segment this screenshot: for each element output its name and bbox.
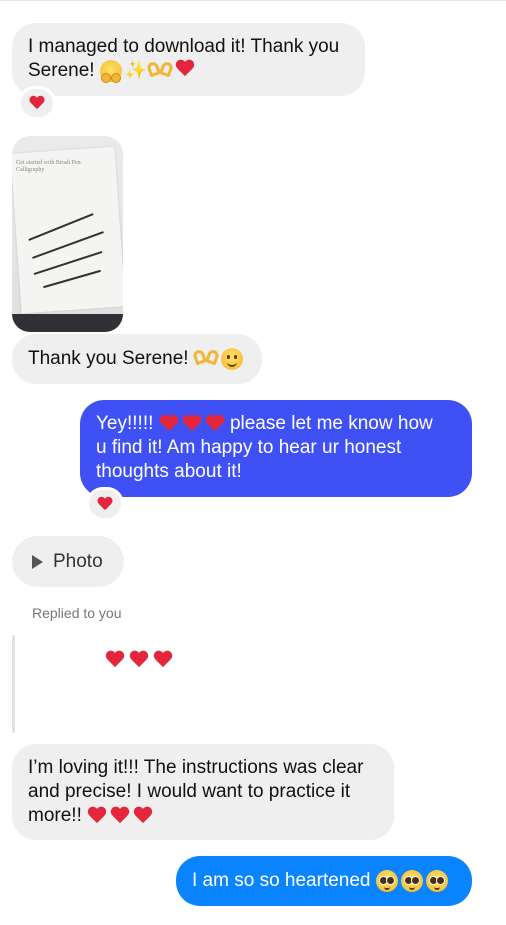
photo-attachment-button[interactable]: Photo: [12, 536, 124, 587]
emoji-group: [159, 415, 225, 433]
heart-icon: [182, 415, 202, 433]
reply-hearts[interactable]: [105, 651, 173, 669]
heart-hands-icon: [148, 60, 172, 78]
reaction-heart-icon[interactable]: [86, 487, 124, 521]
outgoing-message[interactable]: Yey!!!!! please let me know how u find i…: [80, 400, 472, 497]
message-line3: thoughts about it!: [96, 461, 242, 482]
pleading-face-icon: [400, 869, 423, 892]
reaction-heart-icon[interactable]: [18, 86, 56, 120]
reply-quote-bar: [12, 635, 15, 733]
message-line3: more!!: [28, 804, 378, 828]
photo-caption: Get started with Brush Pen Calligraphy: [16, 160, 81, 173]
message-text: I managed to download it! Thank you: [28, 36, 340, 57]
hugging-face-icon: [99, 59, 122, 83]
replied-to-you-label: Replied to you: [32, 605, 122, 621]
pleading-face-icon: [375, 869, 398, 892]
sparkles-icon: ✨: [124, 59, 148, 80]
incoming-message[interactable]: I’m loving it!!! The instructions was cl…: [12, 744, 394, 840]
outgoing-message[interactable]: I am so so heartened: [176, 856, 472, 906]
emoji-group: ✨: [99, 59, 195, 83]
heart-icon: [159, 415, 179, 433]
message-line2: and precise! I would want to practice it: [28, 781, 351, 802]
message-text-line2: Serene! ✨: [28, 59, 349, 83]
emoji-group: [194, 347, 243, 370]
heart-icon: [97, 497, 113, 512]
emoji-group: [87, 807, 153, 825]
heart-icon: [205, 415, 225, 433]
heart-icon: [87, 807, 107, 825]
message-text: Thank you Serene!: [28, 348, 189, 369]
emoji-group: [375, 869, 448, 892]
message-line2: u find it! Am happy to hear ur honest: [96, 437, 402, 458]
heart-icon: [110, 807, 130, 825]
incoming-message[interactable]: Thank you Serene!: [12, 334, 262, 384]
message-line1: Yey!!!!! please let me know how: [96, 413, 433, 434]
smiling-face-icon: [220, 347, 243, 370]
heart-icon: [133, 807, 153, 825]
photo-label: Photo: [53, 550, 103, 572]
heart-icon: [105, 651, 125, 669]
play-icon: [32, 554, 43, 569]
heart-icon: [29, 96, 45, 111]
heart-icon: [129, 651, 149, 669]
pleading-face-icon: [425, 869, 448, 892]
heart-icon: [153, 651, 173, 669]
message-line1: I’m loving it!!! The instructions was cl…: [28, 757, 364, 778]
heart-icon: [175, 60, 195, 78]
shared-photo-thumbnail[interactable]: Get started with Brush Pen Calligraphy: [12, 136, 123, 332]
top-divider: [0, 0, 506, 1]
heart-hands-icon: [194, 348, 218, 366]
incoming-message[interactable]: I managed to download it! Thank you Sere…: [12, 23, 365, 96]
message-text: I am so so heartened: [192, 870, 371, 891]
photo-bottom-bar: [12, 314, 123, 332]
